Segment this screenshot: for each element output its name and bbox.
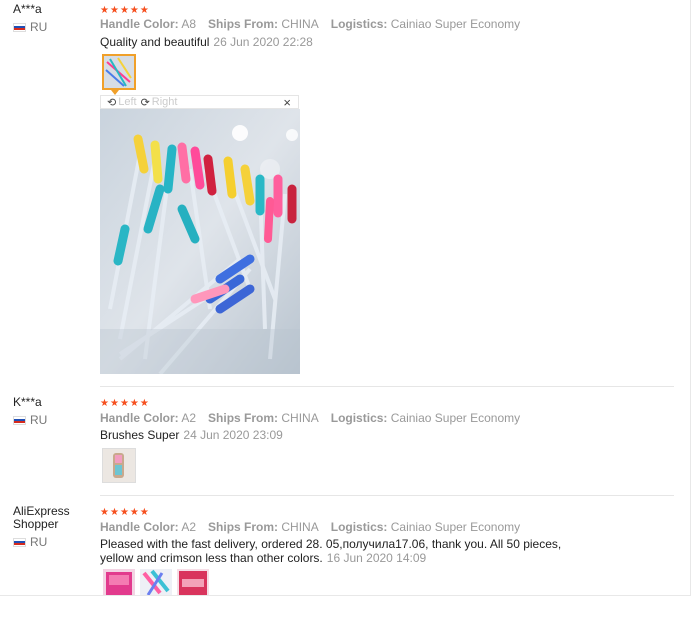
star-icon: ★	[129, 5, 139, 16]
color-value: A8	[181, 17, 197, 31]
star-icon: ★	[109, 5, 119, 16]
ships-value: CHINA	[281, 17, 319, 31]
rotate-left-label: Left	[118, 96, 137, 108]
rotate-left-button[interactable]: ⟲ Left	[107, 96, 137, 109]
reviewer-name: AliExpress Shopper	[13, 504, 70, 531]
star-icon: ★	[100, 5, 109, 16]
review-text: Brushes Super 24 Jun 2020 23:09	[100, 428, 283, 442]
reviewer-country: RU	[13, 413, 47, 427]
star-icon: ★	[100, 398, 109, 409]
country-code: RU	[30, 535, 48, 549]
review-date: 26 Jun 2020 22:28	[213, 35, 313, 49]
ships-value: CHINA	[281, 520, 319, 534]
color-value: A2	[181, 411, 197, 425]
country-code: RU	[30, 413, 48, 427]
photo-thumbnail-image	[104, 56, 134, 88]
rotate-right-label: Right	[151, 96, 178, 108]
reviewer-country: RU	[13, 20, 47, 34]
russia-flag-icon	[13, 415, 26, 425]
logistics-value: Cainiao Super Economy	[390, 520, 521, 534]
review-date: 16 Jun 2020 14:09	[326, 551, 427, 565]
star-icon: ★	[119, 5, 129, 16]
review-photo-large[interactable]	[100, 109, 300, 374]
review-body-line-2: yellow and crimson less than other color…	[100, 551, 323, 565]
star-icon: ★	[119, 398, 129, 409]
reviewer-name: K***a	[13, 395, 42, 409]
star-icon: ★	[109, 398, 119, 409]
review-photo-thumbnail[interactable]	[102, 448, 136, 483]
eyelash-brushes-photo	[100, 109, 300, 374]
bottom-area	[0, 596, 691, 621]
review-divider	[100, 386, 674, 387]
country-code: RU	[30, 20, 48, 34]
photo-thumbnail-image	[103, 569, 135, 596]
rotate-right-icon: ⟳	[140, 96, 150, 109]
rotate-left-icon: ⟲	[107, 96, 117, 109]
ships-label: Ships From:	[208, 520, 279, 534]
logistics-value: Cainiao Super Economy	[390, 411, 521, 425]
star-icon: ★	[109, 507, 119, 518]
ships-label: Ships From:	[208, 411, 279, 425]
review-date: 24 Jun 2020 23:09	[183, 428, 283, 442]
review-photo-thumbnail[interactable]	[102, 54, 136, 90]
star-rating: ★ ★ ★ ★ ★	[100, 399, 149, 409]
russia-flag-icon	[13, 537, 26, 547]
rotate-right-button[interactable]: ⟳ Right	[141, 96, 178, 109]
star-rating: ★ ★ ★ ★ ★	[100, 6, 149, 16]
photo-viewer-toolbar: ⟲ Left ⟳ Right ×	[100, 95, 299, 110]
color-label: Handle Color:	[100, 17, 179, 31]
color-label: Handle Color:	[100, 411, 179, 425]
review-photo-thumbnail[interactable]	[177, 569, 209, 596]
review-body: Brushes Super	[100, 428, 180, 442]
review-body-line-1: Pleased with the fast delivery, ordered …	[100, 537, 562, 551]
review-body: Quality and beautiful	[100, 35, 210, 49]
logistics-label: Logistics:	[330, 411, 388, 425]
star-icon: ★	[139, 507, 149, 518]
photo-thumbnail-image	[103, 449, 135, 482]
close-icon[interactable]: ×	[283, 95, 291, 110]
review-photo-thumbnail[interactable]	[103, 569, 135, 596]
ships-value: CHINA	[281, 411, 319, 425]
color-value: A2	[181, 520, 197, 534]
star-icon: ★	[139, 5, 149, 16]
color-label: Handle Color:	[100, 520, 179, 534]
order-info: Handle Color: A8 Ships From: CHINA Logisti…	[100, 17, 520, 31]
photo-thumbnail-image	[140, 569, 172, 596]
review-photo-thumbnail[interactable]	[140, 569, 172, 596]
reviewer-name: A***a	[13, 2, 42, 16]
star-rating: ★ ★ ★ ★ ★	[100, 508, 149, 518]
review-text: Quality and beautiful 26 Jun 2020 22:28	[100, 35, 313, 49]
review-text: Pleased with the fast delivery, ordered …	[100, 537, 561, 565]
ships-label: Ships From:	[208, 17, 279, 31]
review-divider	[100, 495, 674, 496]
photo-thumbnail-image	[177, 569, 209, 596]
star-icon: ★	[100, 507, 109, 518]
star-icon: ★	[129, 398, 139, 409]
order-info: Handle Color: A2 Ships From: CHINA Logisti…	[100, 520, 520, 534]
star-icon: ★	[139, 398, 149, 409]
logistics-value: Cainiao Super Economy	[390, 17, 521, 31]
star-icon: ★	[119, 507, 129, 518]
order-info: Handle Color: A2 Ships From: CHINA Logisti…	[100, 411, 520, 425]
star-icon: ★	[129, 507, 139, 518]
logistics-label: Logistics:	[330, 520, 388, 534]
russia-flag-icon	[13, 22, 26, 32]
reviewer-country: RU	[13, 535, 47, 549]
logistics-label: Logistics:	[330, 17, 388, 31]
